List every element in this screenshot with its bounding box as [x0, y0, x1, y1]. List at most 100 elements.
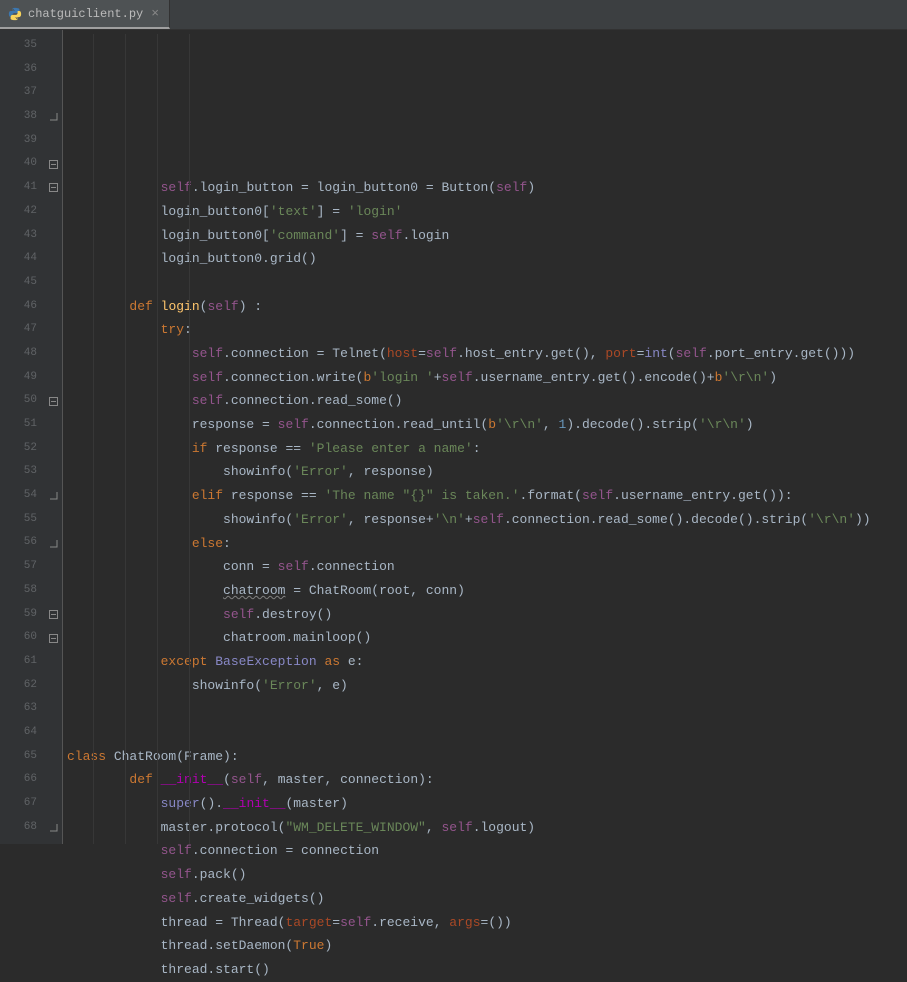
code-line[interactable] [67, 271, 907, 295]
code-line[interactable] [67, 721, 907, 745]
fold-marker[interactable] [45, 484, 62, 508]
line-number: 35 [0, 34, 45, 58]
fold-marker[interactable] [45, 176, 62, 200]
line-number: 39 [0, 129, 45, 153]
code-line[interactable]: class ChatRoom(Frame): [67, 745, 907, 769]
line-number: 68 [0, 816, 45, 840]
code-line[interactable]: except BaseException as e: [67, 650, 907, 674]
fold-marker [45, 342, 62, 366]
fold-marker [45, 247, 62, 271]
line-number: 42 [0, 200, 45, 224]
code-line[interactable]: self.connection = Telnet(host=self.host_… [67, 342, 907, 366]
code-line[interactable]: thread.start() [67, 958, 907, 982]
code-line[interactable]: master.protocol("WM_DELETE_WINDOW", self… [67, 816, 907, 840]
line-number-gutter: 3536373839404142434445464748495051525354… [0, 30, 45, 844]
code-line[interactable]: self.connection = connection [67, 839, 907, 863]
line-number: 58 [0, 579, 45, 603]
code-line[interactable]: self.destroy() [67, 603, 907, 627]
fold-marker [45, 697, 62, 721]
code-line[interactable] [67, 697, 907, 721]
code-line[interactable]: thread.setDaemon(True) [67, 934, 907, 958]
fold-marker [45, 224, 62, 248]
line-number: 63 [0, 697, 45, 721]
code-line[interactable]: self.pack() [67, 863, 907, 887]
code-line[interactable]: conn = self.connection [67, 555, 907, 579]
code-line[interactable]: def login(self) : [67, 295, 907, 319]
code-line[interactable]: try: [67, 318, 907, 342]
line-number: 51 [0, 413, 45, 437]
fold-marker [45, 129, 62, 153]
fold-gutter[interactable] [45, 30, 63, 844]
code-line[interactable]: self.connection.write(b'login '+self.use… [67, 366, 907, 390]
fold-marker [45, 745, 62, 769]
fold-marker [45, 295, 62, 319]
code-line[interactable]: showinfo('Error', response) [67, 460, 907, 484]
line-number: 38 [0, 105, 45, 129]
fold-marker[interactable] [45, 531, 62, 555]
fold-marker [45, 58, 62, 82]
code-line[interactable]: response = self.connection.read_until(b'… [67, 413, 907, 437]
fold-marker [45, 792, 62, 816]
tab-filename: chatguiclient.py [28, 7, 143, 21]
fold-marker[interactable] [45, 152, 62, 176]
line-number: 67 [0, 792, 45, 816]
fold-marker [45, 318, 62, 342]
code-line[interactable]: self.login_button = login_button0 = Butt… [67, 176, 907, 200]
code-line[interactable]: thread = Thread(target=self.receive, arg… [67, 911, 907, 935]
line-number: 36 [0, 58, 45, 82]
tab-bar: chatguiclient.py × [0, 0, 907, 30]
line-number: 48 [0, 342, 45, 366]
line-number: 59 [0, 603, 45, 627]
code-area[interactable]: self.login_button = login_button0 = Butt… [63, 30, 907, 844]
line-number: 41 [0, 176, 45, 200]
fold-marker [45, 200, 62, 224]
code-line[interactable]: else: [67, 532, 907, 556]
code-line[interactable]: chatroom = ChatRoom(root, conn) [67, 579, 907, 603]
fold-marker[interactable] [45, 105, 62, 129]
line-number: 40 [0, 152, 45, 176]
fold-marker[interactable] [45, 816, 62, 840]
fold-marker [45, 437, 62, 461]
fold-marker [45, 34, 62, 58]
line-number: 56 [0, 531, 45, 555]
line-number: 66 [0, 768, 45, 792]
line-number: 50 [0, 389, 45, 413]
line-number: 62 [0, 674, 45, 698]
line-number: 47 [0, 318, 45, 342]
line-number: 45 [0, 271, 45, 295]
code-editor[interactable]: 3536373839404142434445464748495051525354… [0, 30, 907, 844]
code-line[interactable]: self.create_widgets() [67, 887, 907, 911]
file-tab[interactable]: chatguiclient.py × [0, 0, 170, 29]
close-icon[interactable]: × [149, 6, 161, 21]
fold-marker[interactable] [45, 389, 62, 413]
fold-marker [45, 271, 62, 295]
line-number: 53 [0, 460, 45, 484]
line-number: 52 [0, 437, 45, 461]
code-line[interactable]: login_button0['command'] = self.login [67, 224, 907, 248]
fold-marker [45, 81, 62, 105]
code-line[interactable]: if response == 'Please enter a name': [67, 437, 907, 461]
code-line[interactable]: def __init__(self, master, connection): [67, 768, 907, 792]
line-number: 57 [0, 555, 45, 579]
fold-marker [45, 460, 62, 484]
line-number: 37 [0, 81, 45, 105]
code-line[interactable]: chatroom.mainloop() [67, 626, 907, 650]
code-line[interactable]: self.connection.read_some() [67, 389, 907, 413]
fold-marker[interactable] [45, 603, 62, 627]
fold-marker[interactable] [45, 626, 62, 650]
code-line[interactable]: super().__init__(master) [67, 792, 907, 816]
line-number: 60 [0, 626, 45, 650]
fold-marker [45, 555, 62, 579]
fold-marker [45, 721, 62, 745]
line-number: 46 [0, 295, 45, 319]
line-number: 54 [0, 484, 45, 508]
fold-marker [45, 366, 62, 390]
line-number: 61 [0, 650, 45, 674]
code-line[interactable]: login_button0.grid() [67, 247, 907, 271]
code-line[interactable]: showinfo('Error', e) [67, 674, 907, 698]
fold-marker [45, 579, 62, 603]
code-line[interactable]: showinfo('Error', response+'\n'+self.con… [67, 508, 907, 532]
line-number: 55 [0, 508, 45, 532]
code-line[interactable]: elif response == 'The name "{}" is taken… [67, 484, 907, 508]
code-line[interactable]: login_button0['text'] = 'login' [67, 200, 907, 224]
